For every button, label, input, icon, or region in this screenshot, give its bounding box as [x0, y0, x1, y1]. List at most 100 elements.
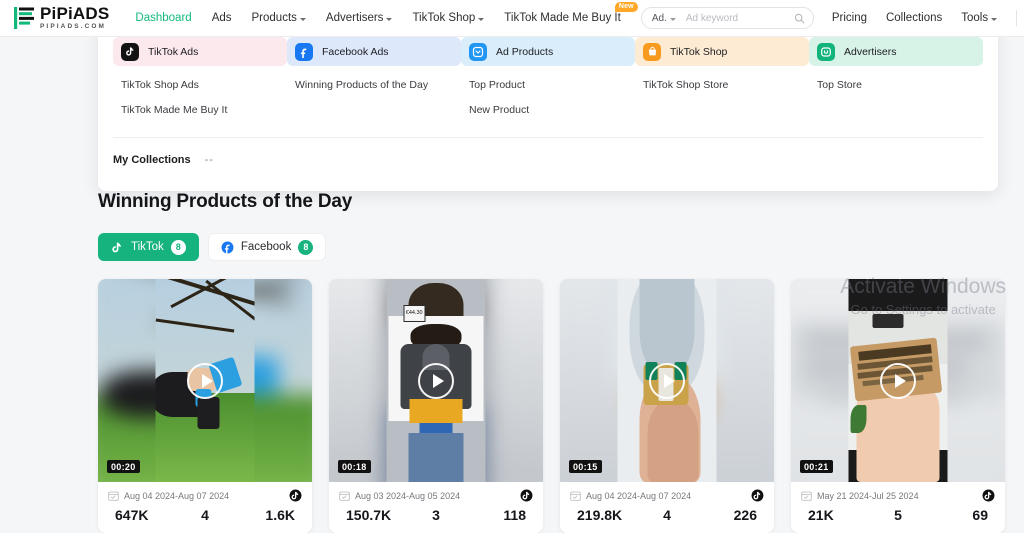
- date-range: Aug 04 2024-Aug 07 2024: [124, 490, 230, 501]
- tiktok-icon: [121, 42, 139, 61]
- nav-label: Dashboard: [135, 12, 192, 24]
- card-stats: 21K 5 69: [791, 502, 1005, 533]
- tab-facebook[interactable]: Facebook 8: [207, 233, 327, 261]
- stat-ads: 4: [663, 507, 671, 523]
- advertisers-box-icon: [817, 42, 835, 61]
- facebook-icon: [221, 241, 234, 253]
- video-duration: 00:18: [338, 460, 371, 473]
- mega-menu-column-ad-products: Ad Products Top Product New Product: [461, 37, 635, 129]
- category-header-facebook-ads[interactable]: Facebook Ads: [287, 37, 461, 66]
- tab-label: Facebook: [240, 241, 292, 253]
- mega-menu-columns: TikTok Ads TikTok Shop Ads TikTok Made M…: [98, 37, 998, 129]
- play-button[interactable]: [418, 362, 454, 399]
- my-collections-row[interactable]: My Collections --: [98, 138, 998, 166]
- tab-count: 8: [170, 239, 186, 255]
- nav-label: Products: [251, 12, 297, 24]
- nav-item-advertisers[interactable]: Advertisers: [326, 12, 393, 24]
- category-title: Advertisers: [844, 45, 897, 58]
- category-title: Facebook Ads: [322, 45, 389, 58]
- mega-menu-column-facebook-ads: Facebook Ads Winning Products of the Day: [287, 37, 461, 129]
- nav-item-ads[interactable]: Ads: [212, 12, 232, 24]
- product-card[interactable]: 00:21 May 21 2024-Jul 25 2024 21K 5 69: [791, 279, 1005, 533]
- nav-label: Advertisers: [325, 12, 384, 24]
- platform-tabs: TikTok 8 Facebook 8: [98, 233, 1024, 261]
- tiktok-icon: [520, 489, 533, 502]
- menu-link-new-product[interactable]: New Product: [469, 104, 635, 116]
- nav-item-collections[interactable]: Collections: [886, 12, 942, 24]
- menu-link-top-store[interactable]: Top Store: [817, 79, 983, 91]
- category-title: TikTok Shop: [670, 45, 728, 58]
- category-header-tiktok-ads[interactable]: TikTok Ads: [113, 37, 287, 66]
- play-button[interactable]: [187, 362, 223, 399]
- product-card[interactable]: 00:20 Aug 04 2024-Aug 07 2024 647K 4 1.6…: [98, 279, 312, 533]
- tab-label: TikTok: [131, 241, 164, 253]
- nav-label: TikTok Made Me Buy It: [504, 12, 621, 24]
- nav-item-products[interactable]: Products: [252, 12, 306, 24]
- nav-label: Ads: [211, 12, 232, 24]
- category-header-ad-products[interactable]: Ad Products: [461, 37, 635, 66]
- stat-likes: 1.6K: [265, 507, 295, 523]
- date-range: May 21 2024-Jul 25 2024: [817, 490, 919, 501]
- mega-menu-column-advertisers: Advertisers Top Store: [809, 37, 983, 129]
- stat-views: 21K: [808, 507, 834, 523]
- menu-link-top-product[interactable]: Top Product: [469, 79, 635, 91]
- stat-ads: 3: [432, 507, 440, 523]
- menu-link-tiktok-shop-ads[interactable]: TikTok Shop Ads: [121, 79, 287, 91]
- category-title: TikTok Ads: [148, 45, 199, 58]
- category-links-tiktok-shop: TikTok Shop Store: [635, 79, 809, 91]
- video-thumbnail[interactable]: €44.30 00:18: [329, 279, 543, 482]
- right-nav-links: Pricing Collections Tools: [832, 10, 1024, 27]
- product-card[interactable]: €44.30 00:18 Aug 03 2024-Aug 05 2024 150…: [329, 279, 543, 533]
- card-stats: 219.8K 4 226: [560, 502, 774, 533]
- chevron-down-icon: [669, 17, 676, 21]
- pipiads-bars-logo-icon: [14, 7, 34, 29]
- search-icon[interactable]: [794, 13, 805, 24]
- mega-menu-panel: TikTok Ads TikTok Shop Ads TikTok Made M…: [98, 23, 998, 191]
- stat-views: 647K: [115, 507, 149, 523]
- search-box[interactable]: Ad.: [640, 7, 814, 29]
- brand-logo[interactable]: PiPiADS PIPIADS.COM: [14, 5, 109, 31]
- stat-likes: 118: [503, 507, 526, 523]
- card-meta: Aug 04 2024-Aug 07 2024: [560, 482, 774, 502]
- video-thumbnail[interactable]: 00:15: [560, 279, 774, 482]
- tiktok-icon: [982, 489, 995, 502]
- nav-label: Pricing: [831, 12, 867, 24]
- card-stats: 647K 4 1.6K: [98, 502, 312, 533]
- category-links-facebook-ads: Winning Products of the Day: [287, 79, 461, 91]
- nav-item-tools[interactable]: Tools: [961, 12, 998, 24]
- video-thumbnail[interactable]: 00:20: [98, 279, 312, 482]
- date-range: Aug 04 2024-Aug 07 2024: [586, 490, 692, 501]
- new-badge: New: [614, 2, 638, 12]
- tab-tiktok[interactable]: TikTok 8: [98, 233, 199, 261]
- shopping-bag-icon: [643, 42, 661, 61]
- stat-ads: 4: [201, 507, 209, 523]
- search-area: Ad.: [640, 7, 814, 29]
- stat-views: 150.7K: [346, 507, 392, 523]
- facebook-icon: [295, 42, 313, 61]
- play-button[interactable]: [880, 362, 916, 399]
- mega-menu-column-tiktok-shop: TikTok Shop TikTok Shop Store: [635, 37, 809, 129]
- nav-item-pricing[interactable]: Pricing: [832, 12, 867, 24]
- main-content: Winning Products of the Day TikTok 8 Fac…: [0, 191, 1024, 533]
- nav-item-tiktok-made-me-buy-it[interactable]: TikTok Made Me Buy It New: [504, 2, 638, 24]
- search-scope-dropdown[interactable]: Ad.: [652, 13, 676, 24]
- category-header-tiktok-shop[interactable]: TikTok Shop: [635, 37, 809, 66]
- nav-item-tiktok-shop[interactable]: TikTok Shop: [412, 12, 485, 24]
- tiktok-icon: [112, 242, 121, 252]
- search-input[interactable]: [685, 12, 794, 24]
- calendar-icon: [570, 491, 581, 501]
- chevron-down-icon: [478, 17, 485, 21]
- menu-link-tiktok-shop-store[interactable]: TikTok Shop Store: [643, 79, 809, 91]
- my-collections-value: --: [204, 154, 214, 166]
- nav-item-dashboard[interactable]: Dashboard: [135, 12, 191, 24]
- video-thumbnail[interactable]: 00:21: [791, 279, 1005, 482]
- nav-label: TikTok Shop: [412, 12, 476, 24]
- menu-link-winning-products-of-the-day[interactable]: Winning Products of the Day: [295, 79, 461, 91]
- play-button[interactable]: [649, 362, 685, 399]
- page-title: Winning Products of the Day: [98, 191, 353, 212]
- card-meta: Aug 03 2024-Aug 05 2024: [329, 482, 543, 502]
- brand-name: PiPiADS: [40, 4, 110, 24]
- category-header-advertisers[interactable]: Advertisers: [809, 37, 983, 66]
- menu-link-tiktok-made-me-buy-it[interactable]: TikTok Made Me Buy It: [121, 104, 287, 116]
- product-card[interactable]: 00:15 Aug 04 2024-Aug 07 2024 219.8K 4 2…: [560, 279, 774, 533]
